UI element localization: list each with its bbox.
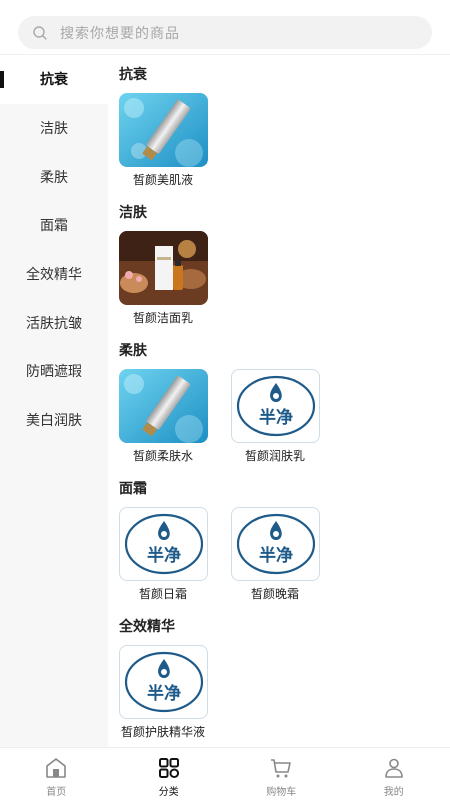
section-softening: 柔肤 皙颜柔肤水 半净 皙颜润肤乳: [108, 331, 450, 463]
search-bar[interactable]: 搜索你想要的商品: [18, 16, 432, 49]
product-image[interactable]: 半净: [119, 645, 208, 719]
sidebar-item-anti-aging[interactable]: 抗衰: [0, 55, 108, 104]
product-name: 皙颜日霜: [138, 587, 187, 601]
product-name: 皙颜护肤精华液: [120, 725, 205, 739]
section-title: 面霜: [119, 481, 147, 497]
sidebar-item-label: 美白润肤: [26, 413, 82, 430]
sidebar-item-label: 活肤抗皱: [26, 315, 82, 332]
product-image[interactable]: 半净: [119, 507, 208, 581]
brand-logo-text: 半净: [147, 545, 181, 566]
product-name: 皙颜晚霜: [250, 587, 299, 601]
tab-category[interactable]: 分类: [113, 748, 226, 800]
section-face-cream: 面霜 半净 皙颜日霜 半净 皙颜晚霜: [108, 469, 450, 601]
product-card[interactable]: 半净 皙颜日霜: [119, 507, 219, 601]
search-icon: [33, 25, 47, 40]
product-name: 皙颜美肌液: [132, 173, 193, 187]
section-cleansing: 洁肤 皙颜洁面乳: [108, 193, 450, 325]
product-card[interactable]: 皙颜洁面乳: [119, 231, 219, 325]
section-title: 柔肤: [119, 343, 147, 359]
section-essence: 全效精华 半净 皙颜护肤精华液: [108, 607, 450, 739]
search-placeholder[interactable]: 搜索你想要的商品: [60, 23, 180, 43]
sidebar-item-essence[interactable]: 全效精华: [0, 250, 108, 299]
product-card[interactable]: 半净 皙颜晚霜: [231, 507, 331, 601]
sidebar-item-cleansing[interactable]: 洁肤: [0, 104, 108, 153]
section-title: 洁肤: [119, 205, 147, 221]
tab-cart[interactable]: 购物车: [225, 748, 338, 800]
tab-profile[interactable]: 我的: [338, 748, 450, 800]
product-image[interactable]: [119, 369, 208, 443]
product-name: 皙颜洁面乳: [132, 311, 193, 325]
profile-icon: [384, 758, 403, 778]
category-icon: [158, 758, 179, 779]
tab-label: 购物车: [266, 787, 297, 798]
product-image[interactable]: 半净: [231, 369, 320, 443]
product-list: 抗衰 皙颜美肌液 洁肤 皙颜洁面乳 柔肤 皙颜柔肤水 半净 皙颜润肤乳 面霜 半…: [108, 55, 450, 747]
product-card[interactable]: 皙颜柔肤水: [119, 369, 219, 463]
product-image[interactable]: 半净: [231, 507, 320, 581]
sidebar-item-label: 防晒遮瑕: [26, 364, 82, 381]
sidebar-item-label: 面霜: [40, 218, 68, 235]
section-title: 抗衰: [119, 67, 147, 83]
product-card[interactable]: 皙颜美肌液: [119, 93, 219, 187]
product-card[interactable]: 半净 皙颜护肤精华液: [119, 645, 219, 739]
tab-label: 分类: [158, 787, 179, 798]
tab-label: 我的: [383, 787, 404, 798]
sidebar-item-label: 抗衰: [40, 72, 68, 89]
cart-icon: [271, 759, 292, 778]
sidebar-item-softening[interactable]: 柔肤: [0, 152, 108, 201]
sidebar-item-label: 全效精华: [26, 267, 82, 284]
brand-logo-text: 半净: [259, 545, 293, 566]
brand-logo-text: 半净: [259, 407, 293, 428]
bottom-tab-bar: 首页 分类 购物车 我的: [0, 747, 450, 800]
sidebar-item-anti-wrinkle[interactable]: 活肤抗皱: [0, 298, 108, 347]
tab-home[interactable]: 首页: [0, 748, 113, 800]
sidebar-item-sunscreen[interactable]: 防晒遮瑕: [0, 347, 108, 396]
product-card[interactable]: 半净 皙颜润肤乳: [231, 369, 331, 463]
product-image[interactable]: [119, 93, 208, 167]
section-anti-aging: 抗衰 皙颜美肌液: [108, 55, 450, 187]
product-name: 皙颜润肤乳: [244, 449, 305, 463]
sidebar-item-whitening[interactable]: 美白润肤: [0, 396, 108, 445]
section-title: 全效精华: [119, 619, 175, 635]
product-name: 皙颜柔肤水: [132, 449, 193, 463]
sidebar-item-face-cream[interactable]: 面霜: [0, 201, 108, 250]
sidebar-item-label: 洁肤: [40, 121, 68, 138]
top-bar: 搜索你想要的商品: [0, 0, 450, 54]
brand-logo-text: 半净: [147, 683, 181, 704]
home-icon: [46, 758, 67, 778]
tab-label: 首页: [46, 787, 67, 798]
sidebar-item-label: 柔肤: [40, 169, 68, 186]
product-image[interactable]: [119, 231, 208, 305]
category-sidebar: 抗衰 洁肤 柔肤 面霜 全效精华 活肤抗皱 防晒遮瑕 美白润肤: [0, 55, 108, 747]
